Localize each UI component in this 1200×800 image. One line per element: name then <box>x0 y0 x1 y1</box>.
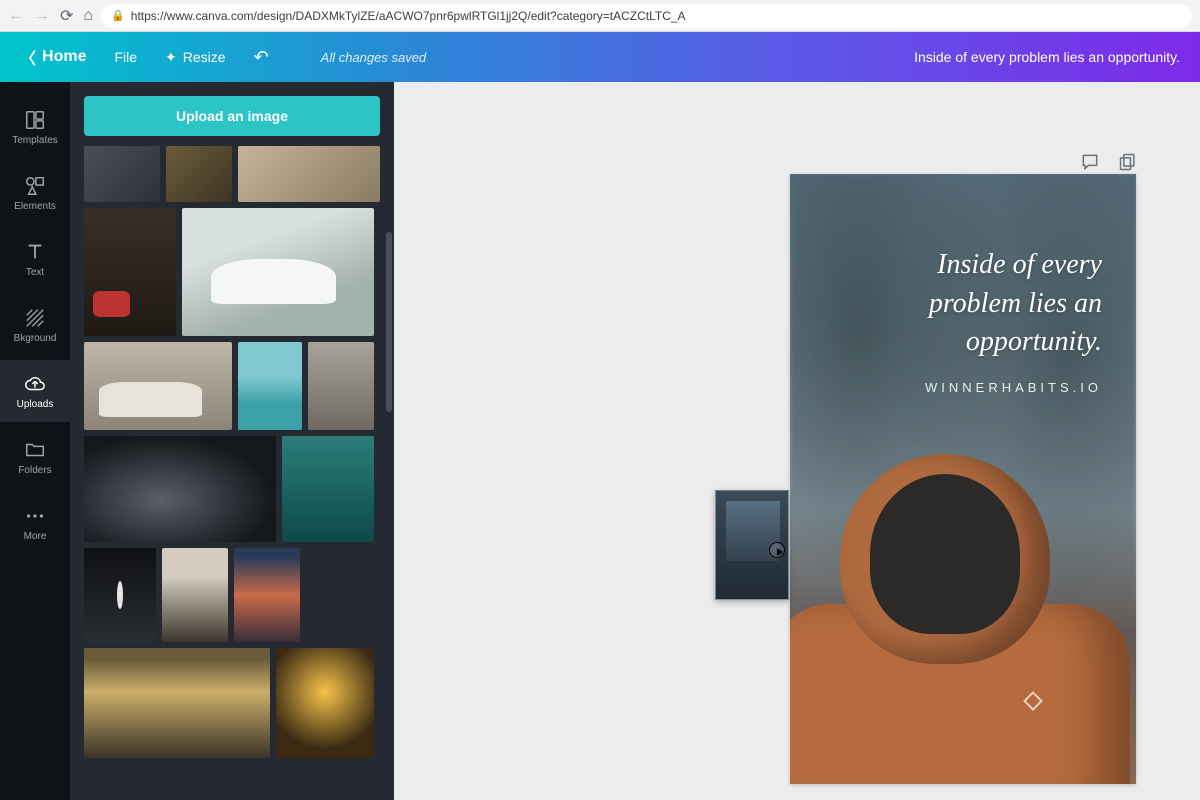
upload-thumb[interactable] <box>234 548 300 642</box>
lock-icon: 🔒 <box>111 9 125 22</box>
tool-background[interactable]: Bkground <box>0 294 70 356</box>
tool-uploads[interactable]: Uploads <box>0 360 70 422</box>
upload-thumb[interactable] <box>84 146 160 202</box>
dragged-image[interactable] <box>715 490 789 600</box>
browser-nav: ← → ⟳ ⌂ <box>8 6 93 26</box>
upload-thumb[interactable] <box>166 146 232 202</box>
uploads-panel: Upload an image <box>70 82 394 800</box>
tool-more-label: More <box>24 531 47 542</box>
upload-image-button[interactable]: Upload an image <box>84 96 380 136</box>
upload-thumb[interactable] <box>282 436 374 542</box>
tool-elements-label: Elements <box>14 201 56 212</box>
upload-thumb[interactable] <box>84 342 232 430</box>
upload-thumb[interactable] <box>84 648 270 758</box>
tool-text[interactable]: Text <box>0 228 70 290</box>
tool-text-label: Text <box>26 267 44 278</box>
tool-more[interactable]: More <box>0 492 70 554</box>
quote-text[interactable]: Inside of every problem lies an opportun… <box>790 246 1136 362</box>
uploads-gallery <box>70 146 394 800</box>
upload-thumb[interactable] <box>276 648 374 758</box>
folders-icon <box>24 439 46 461</box>
home-label: Home <box>42 48 86 66</box>
upload-thumb[interactable] <box>182 208 374 336</box>
upload-thumb[interactable] <box>84 436 276 542</box>
browser-url-field[interactable]: 🔒 https://www.canva.com/design/DADXMkTyl… <box>101 4 1192 28</box>
chevron-left-icon: 〈 <box>20 45 36 69</box>
tool-background-label: Bkground <box>14 333 57 344</box>
save-status: All changes saved <box>321 50 427 65</box>
tool-uploads-label: Uploads <box>17 399 54 410</box>
upload-thumb[interactable] <box>308 342 374 430</box>
upload-thumb[interactable] <box>162 548 228 642</box>
upload-thumb[interactable] <box>84 208 176 336</box>
browser-home-icon[interactable]: ⌂ <box>83 7 93 25</box>
more-icon <box>24 505 46 527</box>
browser-forward-icon[interactable]: → <box>34 7 50 25</box>
design-artboard[interactable]: Inside of every problem lies an opportun… <box>790 174 1136 784</box>
text-icon <box>24 241 46 263</box>
browser-bar: ← → ⟳ ⌂ 🔒 https://www.canva.com/design/D… <box>0 0 1200 32</box>
canvas-area[interactable]: Inside of every problem lies an opportun… <box>394 82 1200 800</box>
browser-back-icon[interactable]: ← <box>8 7 24 25</box>
workspace: Templates Elements Text Bkground Uploads… <box>0 82 1200 800</box>
foreground-figure <box>790 454 1136 784</box>
sparkle-icon: ✦ <box>165 49 177 66</box>
tool-templates-label: Templates <box>12 135 58 146</box>
tool-elements[interactable]: Elements <box>0 162 70 224</box>
file-menu[interactable]: File <box>114 49 137 65</box>
home-button[interactable]: 〈 Home <box>20 45 86 69</box>
upload-thumb[interactable] <box>84 548 156 642</box>
tool-templates[interactable]: Templates <box>0 96 70 158</box>
app-bar: 〈 Home File ✦ Resize ↶ All changes saved… <box>0 32 1200 82</box>
tool-folders-label: Folders <box>18 465 51 476</box>
undo-button[interactable]: ↶ <box>254 47 269 68</box>
document-title[interactable]: Inside of every problem lies an opportun… <box>914 49 1180 65</box>
elements-icon <box>24 175 46 197</box>
templates-icon <box>24 109 46 131</box>
resize-menu[interactable]: ✦ Resize <box>165 49 226 66</box>
background-icon <box>24 307 46 329</box>
upload-thumb[interactable] <box>238 146 380 202</box>
tool-folders[interactable]: Folders <box>0 426 70 488</box>
browser-reload-icon[interactable]: ⟳ <box>60 6 73 26</box>
browser-url-text: https://www.canva.com/design/DADXMkTylZE… <box>131 9 686 23</box>
upload-thumb[interactable] <box>238 342 302 430</box>
uploads-icon <box>24 373 46 395</box>
panel-scrollbar[interactable] <box>386 232 392 412</box>
tool-rail: Templates Elements Text Bkground Uploads… <box>0 82 70 800</box>
resize-label: Resize <box>183 49 226 65</box>
credit-text[interactable]: WINNERHABITS.IO <box>790 380 1136 395</box>
